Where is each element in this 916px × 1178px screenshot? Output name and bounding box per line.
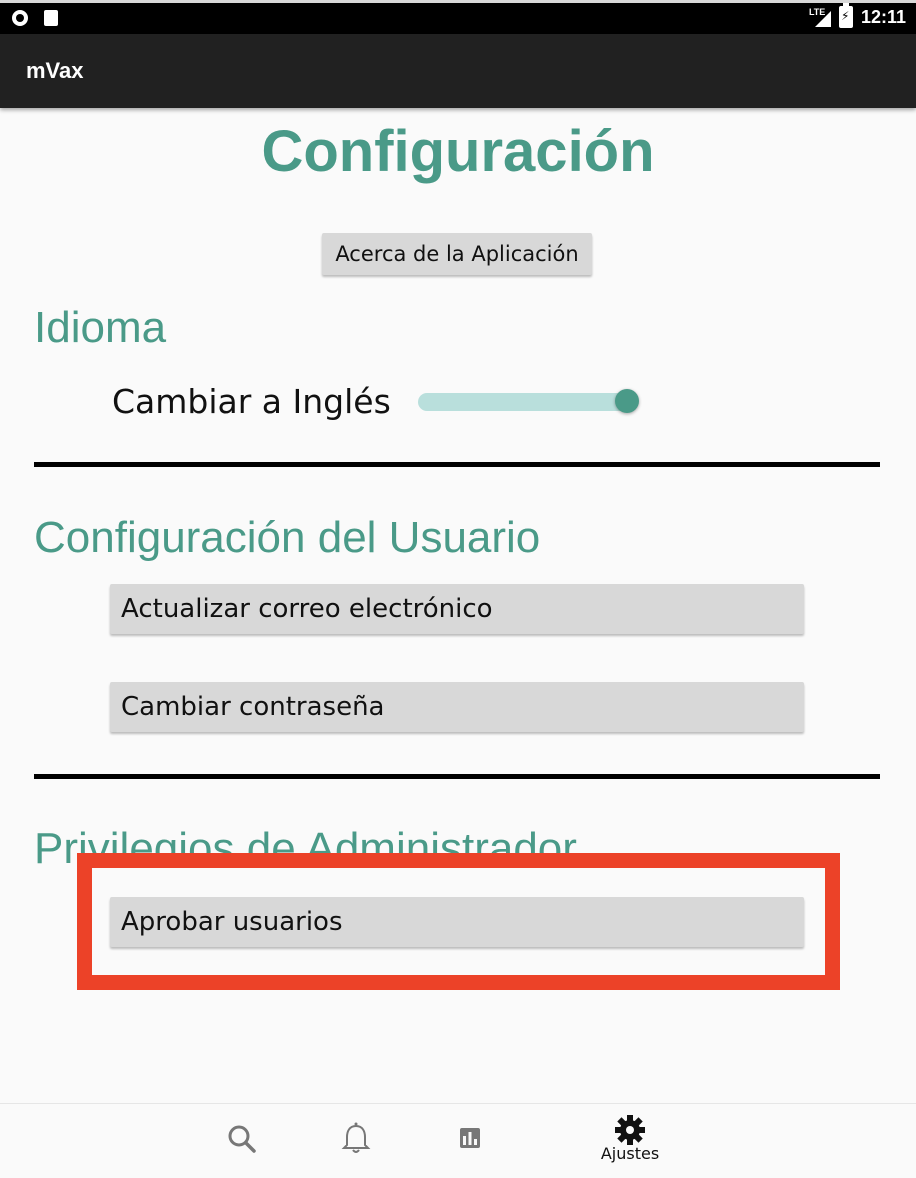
nav-search[interactable] <box>222 1104 262 1173</box>
switch-to-english-label: Cambiar a Inglés <box>112 382 391 421</box>
app-title: mVax <box>26 58 84 83</box>
approve-users-button[interactable]: Aprobar usuarios <box>110 897 804 947</box>
nav-settings-label: Ajustes <box>600 1144 660 1163</box>
language-switch-thumb[interactable] <box>615 389 639 413</box>
language-section-title: Idioma <box>34 303 167 352</box>
section-divider <box>34 774 880 779</box>
status-bar: LTE 12:11 <box>0 0 916 34</box>
language-switch-track[interactable] <box>418 393 632 411</box>
status-bar-right: LTE 12:11 <box>809 3 906 28</box>
bar-chart-icon <box>460 1128 480 1148</box>
page-title: Configuración <box>261 119 655 184</box>
nav-statistics[interactable] <box>450 1104 490 1173</box>
bell-icon <box>341 1122 371 1153</box>
about-app-button[interactable]: Acerca de la Aplicación <box>322 233 592 275</box>
nav-notifications[interactable] <box>336 1104 376 1173</box>
section-divider <box>34 462 880 467</box>
update-email-button[interactable]: Actualizar correo electrónico <box>110 584 804 634</box>
battery-charging-icon <box>838 3 853 28</box>
sd-card-icon <box>44 10 58 26</box>
status-clock: 12:11 <box>860 6 906 27</box>
change-password-button[interactable]: Cambiar contraseña <box>110 682 804 732</box>
status-bar-top-line <box>0 0 916 3</box>
signal-icon: LTE <box>809 7 831 27</box>
nav-settings[interactable]: Ajustes <box>590 1104 670 1173</box>
search-icon <box>228 1125 256 1153</box>
app-bar: mVax <box>0 34 916 108</box>
record-icon <box>12 10 28 26</box>
user-settings-section-title: Configuración del Usuario <box>34 513 541 562</box>
bottom-navigation: Ajustes <box>0 1103 916 1173</box>
